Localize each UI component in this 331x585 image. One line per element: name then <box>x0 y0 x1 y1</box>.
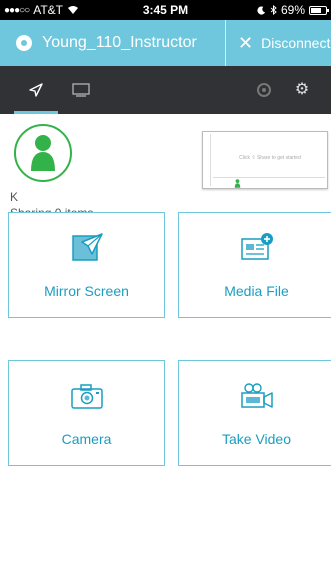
disconnect-label: Disconnect <box>261 35 331 51</box>
preview-divider <box>213 177 325 178</box>
moon-icon <box>257 5 266 15</box>
preview-hint: Click ⇧ Share to get started <box>239 155 301 161</box>
tab-screen[interactable] <box>66 66 96 114</box>
media-file-button[interactable]: Media File <box>178 212 331 318</box>
username: K <box>10 190 19 204</box>
send-icon <box>29 83 43 97</box>
camera-label: Camera <box>61 431 112 447</box>
battery-percentage: 69% <box>280 3 305 17</box>
preview-user-icon <box>234 179 241 188</box>
camera-icon <box>70 384 103 409</box>
screen-preview[interactable]: Click ⇧ Share to get started <box>202 131 328 189</box>
take-video-label: Take Video <box>221 431 291 447</box>
settings-gear-icon[interactable]: ⚙ <box>293 81 311 99</box>
session-info[interactable]: Young_110_Instructor <box>0 20 225 66</box>
session-name: Young_110_Instructor <box>42 34 197 51</box>
avatar <box>14 124 72 182</box>
active-tab-indicator <box>14 111 58 114</box>
media-file-icon <box>240 233 273 260</box>
session-status-icon <box>16 35 32 51</box>
close-icon: ✕ <box>238 33 254 53</box>
mirror-screen-label: Mirror Screen <box>44 283 129 299</box>
preview-sidebar <box>205 134 211 186</box>
screen-icon <box>72 83 90 97</box>
video-camera-icon <box>240 383 273 408</box>
tab-share[interactable] <box>14 66 58 114</box>
user-icon <box>31 135 55 171</box>
bluetooth-icon <box>270 5 277 15</box>
media-file-label: Media File <box>224 283 289 299</box>
camera-button[interactable]: Camera <box>8 360 165 466</box>
toolbar: ⚙ <box>0 66 331 114</box>
take-video-button[interactable]: Take Video <box>178 360 331 466</box>
battery-icon <box>309 5 329 15</box>
mirror-screen-icon <box>71 233 103 261</box>
mirror-screen-button[interactable]: Mirror Screen <box>8 212 165 318</box>
session-header: Young_110_Instructor ✕ Disconnect <box>0 20 331 66</box>
record-button[interactable] <box>257 83 271 97</box>
status-bar: ●●●○○ AT&T 3:45 PM 69% <box>0 0 331 20</box>
disconnect-button[interactable]: ✕ Disconnect <box>226 20 331 66</box>
